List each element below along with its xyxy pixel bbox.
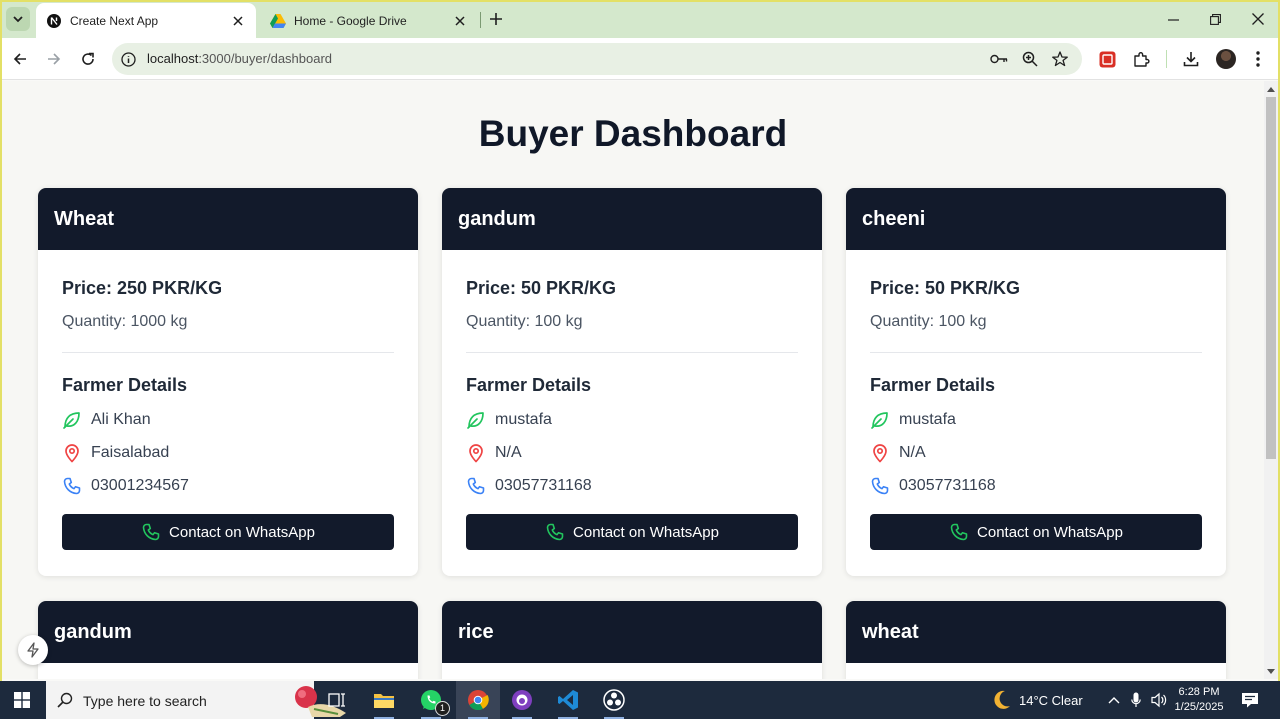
folder-icon bbox=[374, 694, 394, 708]
task-view-icon bbox=[328, 693, 345, 707]
file-explorer-button[interactable] bbox=[362, 681, 406, 719]
obs-button[interactable] bbox=[592, 681, 636, 719]
obs-icon bbox=[603, 689, 625, 711]
clock-time: 6:28 PM bbox=[1178, 686, 1220, 698]
search-placeholder: Type here to search bbox=[83, 693, 207, 709]
github-desktop-button[interactable] bbox=[500, 681, 544, 719]
clock-date: 1/25/2025 bbox=[1174, 701, 1224, 713]
vscode-button[interactable] bbox=[546, 681, 590, 719]
taskbar-search-box[interactable]: Type here to search bbox=[46, 681, 346, 719]
chevron-up-icon[interactable] bbox=[1106, 692, 1122, 708]
whatsapp-button[interactable]: 1 bbox=[409, 681, 453, 719]
weather-text[interactable]: 14°C Clear bbox=[1019, 693, 1083, 708]
chrome-button[interactable] bbox=[456, 681, 500, 719]
window-frame bbox=[0, 0, 1280, 681]
windows-taskbar: Type here to search 1 14°C Clear 6:28 PM… bbox=[0, 681, 1280, 719]
start-button[interactable] bbox=[0, 681, 44, 719]
system-clock[interactable]: 6:28 PM 1/25/2025 bbox=[1168, 685, 1230, 715]
volume-icon[interactable] bbox=[1151, 692, 1167, 708]
chrome-icon bbox=[468, 690, 489, 711]
github-icon bbox=[512, 690, 532, 710]
vscode-icon bbox=[558, 690, 578, 710]
moon-icon[interactable] bbox=[990, 689, 1012, 711]
search-icon bbox=[56, 691, 74, 709]
microphone-icon[interactable] bbox=[1128, 692, 1144, 708]
notification-badge: 1 bbox=[435, 701, 450, 716]
windows-logo-icon bbox=[14, 692, 30, 708]
task-view-button[interactable] bbox=[315, 681, 359, 719]
notification-center-icon[interactable] bbox=[1240, 691, 1260, 709]
